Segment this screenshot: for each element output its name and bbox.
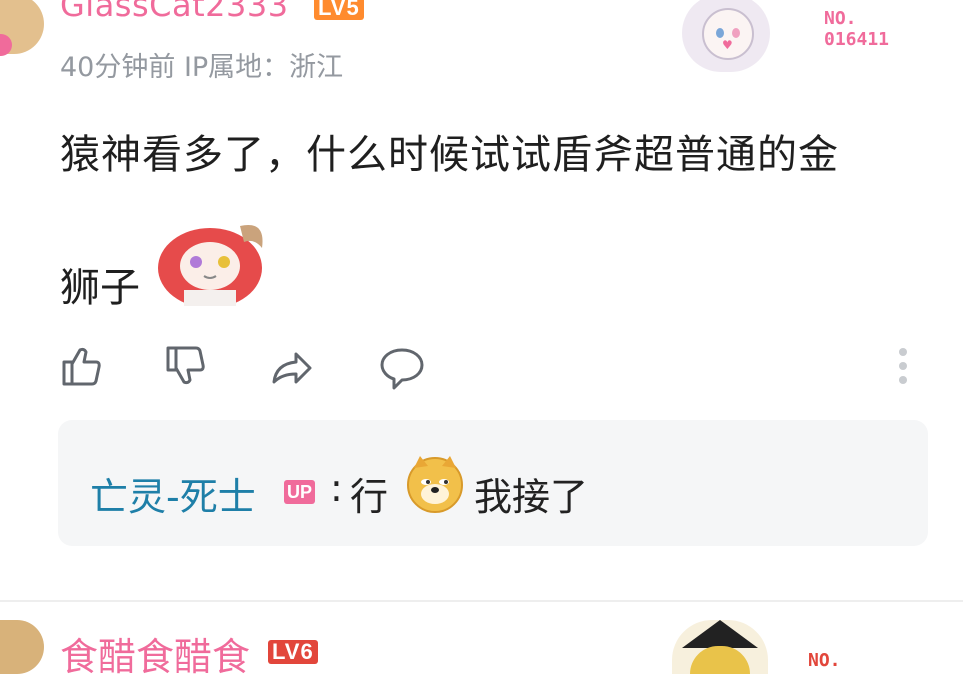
reply-colon: :: [330, 466, 343, 510]
share-icon[interactable]: [268, 342, 316, 390]
more-icon[interactable]: [888, 346, 918, 390]
comment-text-continued: 狮子: [60, 265, 140, 311]
level-badge: LV5: [314, 0, 364, 20]
comment-divider: [0, 600, 963, 602]
reply-text-continued: 我接了: [474, 475, 589, 519]
decoration-face: ♥: [702, 8, 754, 60]
user-badge-icon: [0, 34, 12, 56]
reply-author[interactable]: 亡灵-死士: [90, 466, 256, 521]
sticker-girl-icon: [158, 224, 263, 306]
comment-text: 猿神看多了，什么时候试试盾斧超普通的金: [60, 132, 839, 178]
comment-meta: 40分钟前 IP属地：浙江: [60, 52, 344, 83]
decoration-card-icon[interactable]: [672, 620, 768, 674]
dislike-icon[interactable]: [162, 342, 210, 390]
level-badge: LV6: [268, 640, 318, 664]
doge-icon: [407, 456, 463, 513]
reply-text: 行: [350, 475, 389, 519]
avatar[interactable]: [0, 620, 44, 674]
avatar[interactable]: [0, 0, 44, 56]
username[interactable]: GlassCat2333: [60, 0, 289, 24]
up-badge: UP: [284, 480, 316, 504]
decoration-number: NO.: [808, 650, 841, 671]
decoration-number: NO. 016411: [824, 8, 890, 50]
decoration-card-icon[interactable]: ♥: [682, 0, 770, 72]
like-icon[interactable]: [58, 342, 106, 390]
reply-icon[interactable]: [378, 342, 426, 390]
username[interactable]: 食醋食醋食: [60, 626, 250, 681]
